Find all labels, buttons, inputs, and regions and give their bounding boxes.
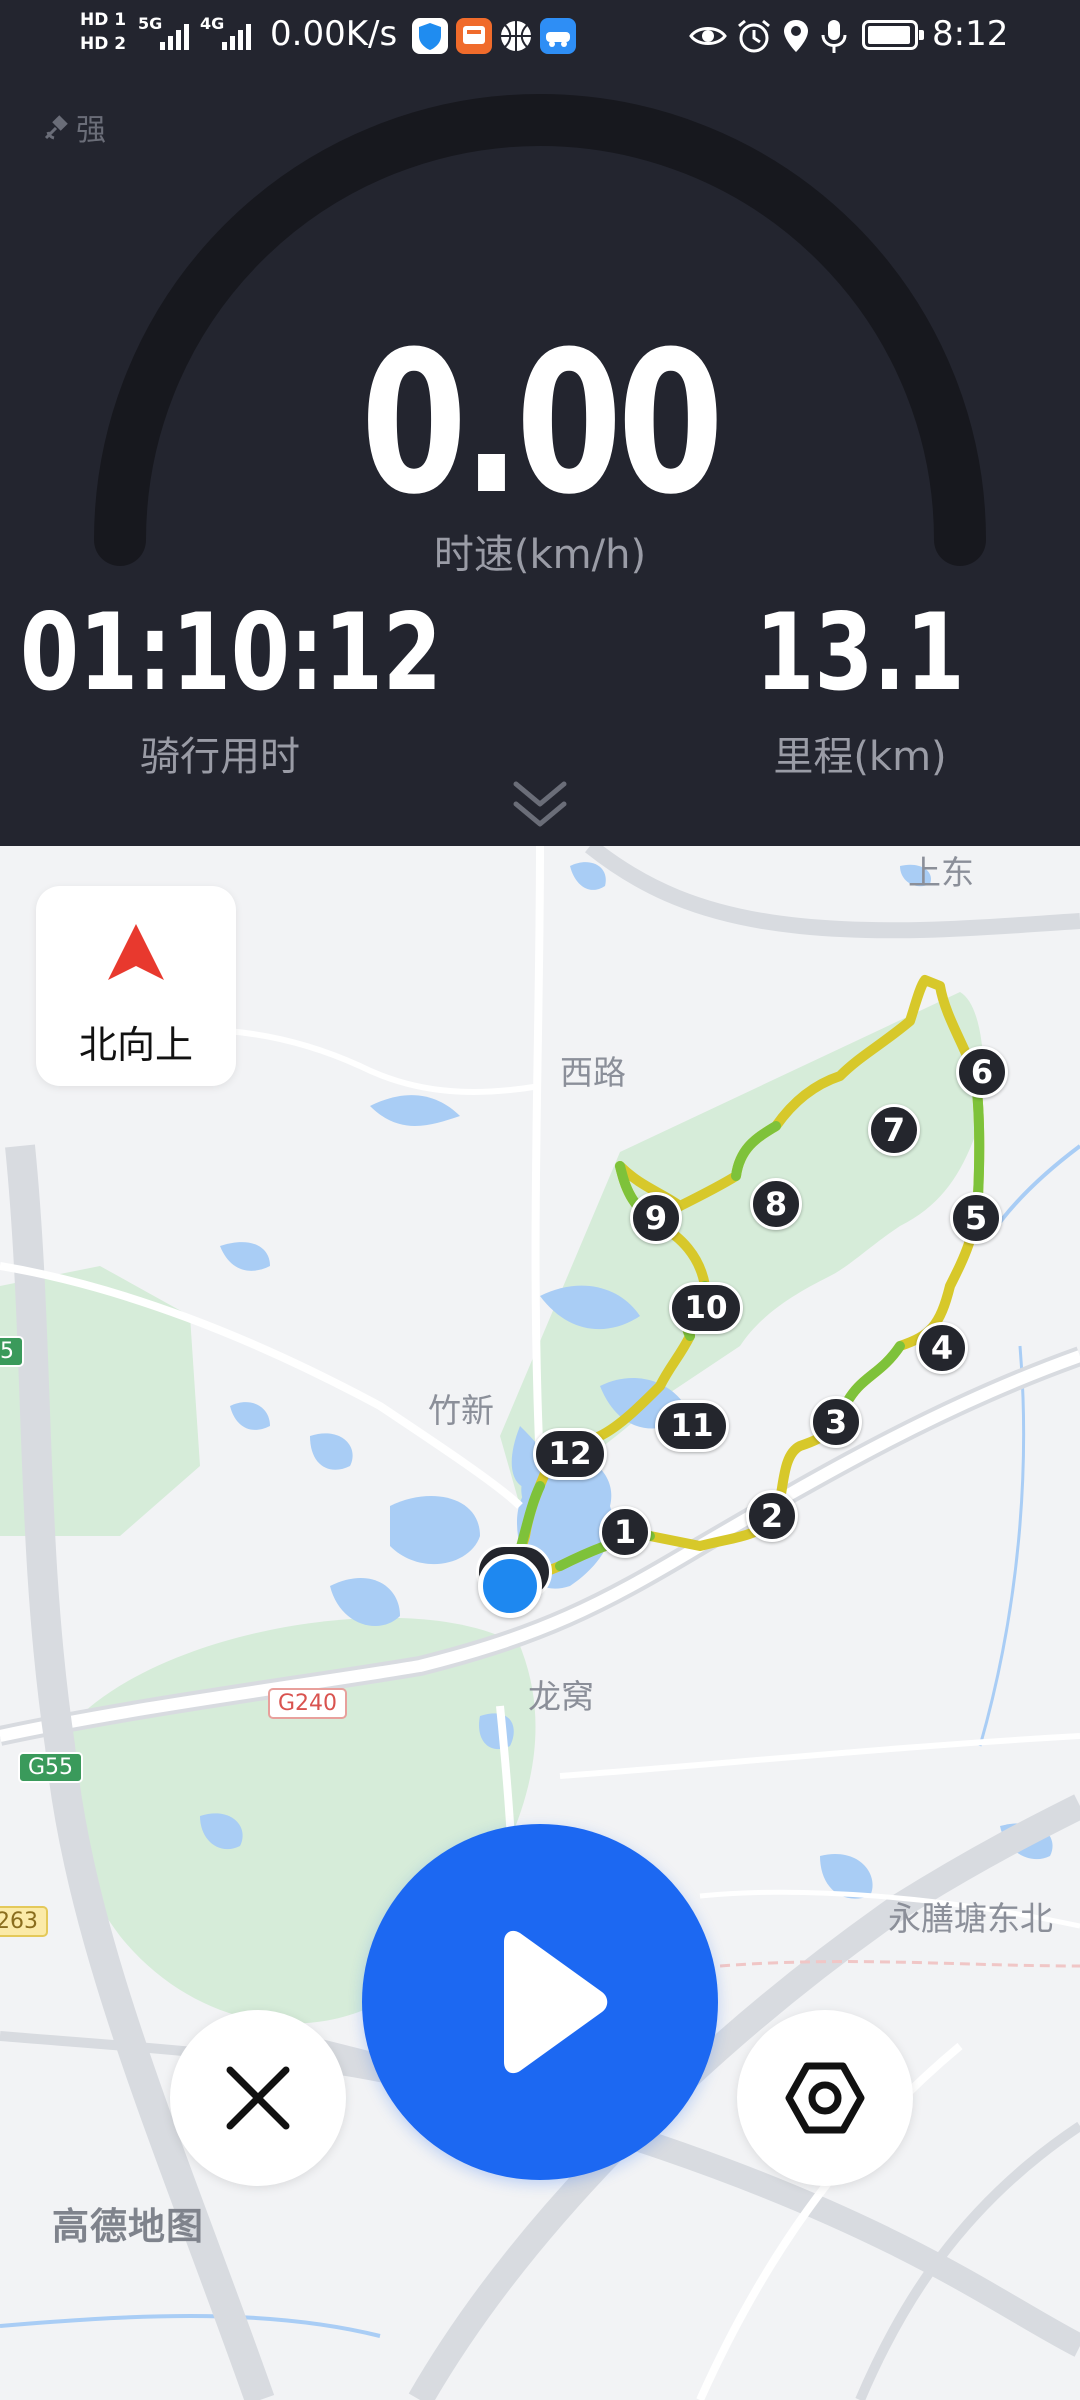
waypoint-marker[interactable]: 8 [750, 1178, 802, 1230]
location-pin-icon [784, 20, 808, 52]
satellite-icon [44, 115, 68, 140]
current-speed-label: 时速(km/h) [433, 532, 647, 578]
road-badge-g240: G240 [268, 1688, 348, 1719]
network-4g-label: 4G [200, 14, 225, 33]
signal-bars-icon [222, 20, 251, 50]
network-5g-label: 5G [138, 14, 163, 33]
waypoint-marker[interactable]: 3 [810, 1396, 862, 1448]
network-speed: 0.00K/s [270, 14, 398, 54]
waypoint-marker[interactable]: 5 [950, 1192, 1002, 1244]
waypoint-marker[interactable]: 12 [533, 1428, 607, 1480]
ride-settings-button[interactable] [737, 2010, 913, 2186]
resume-ride-button[interactable] [362, 1824, 718, 2180]
ride-time-value: 01:10:12 [20, 591, 442, 714]
north-up-label: 北向上 [78, 1023, 193, 1067]
distance-label: 里程(km) [773, 734, 947, 780]
hexagon-settings-icon [785, 2062, 865, 2134]
waypoint-marker[interactable]: 6 [956, 1046, 1008, 1098]
basketball-app-icon [498, 18, 534, 54]
ride-time-label: 骑行用时 [140, 734, 300, 780]
waypoint-marker[interactable]: 1 [599, 1506, 651, 1558]
eye-icon [689, 27, 727, 45]
status-bar: HD 1 HD 2 5G 4G 0.00K/s 8:12 [0, 0, 1080, 74]
distance-value: 13.1 [755, 591, 965, 714]
map-label-yongshan: 永膳塘东北 [888, 1899, 1053, 1938]
map-label-longwo: 龙窝 [528, 1677, 594, 1716]
shield-app-icon [412, 18, 448, 54]
signal-bars-icon [160, 20, 189, 50]
status-time: 8:12 [932, 14, 1009, 54]
map-brand-logo: 高德地图 [52, 2205, 204, 2248]
alarm-icon [738, 19, 770, 53]
north-up-button[interactable]: 北向上 [36, 886, 236, 1086]
current-speed-value: 0.00 [360, 310, 724, 538]
north-arrow-icon [108, 924, 164, 980]
map-label-shangdong: 上东 [908, 853, 974, 892]
map-label-zhuxin: 竹新 [428, 1391, 494, 1430]
car-app-icon [540, 18, 576, 54]
ride-dashboard: 强 0.00 时速(km/h) 01:10:12 骑行用时 13.1 里程(km… [0, 0, 1080, 846]
road-badge-263: 263 [0, 1906, 48, 1937]
waypoint-marker[interactable]: 2 [746, 1490, 798, 1542]
shopping-app-icon [456, 18, 492, 54]
road-badge-g55: G55 [18, 1752, 84, 1783]
map-label-xilu: 西路 [560, 1053, 626, 1092]
waypoint-marker[interactable]: 10 [669, 1282, 743, 1334]
battery-icon [862, 20, 924, 50]
road-badge-5: 5 [0, 1336, 24, 1367]
route-map[interactable]: 上东 西路 竹新 龙窝 永膳塘东北 G240 G55 5 263 北向上 1 2… [0, 846, 1080, 2400]
close-icon [226, 2066, 290, 2130]
hd-indicator: HD 1 HD 2 [80, 10, 127, 54]
gps-signal-indicator: 强 [42, 105, 106, 149]
waypoint-marker[interactable]: 4 [916, 1322, 968, 1374]
waypoint-marker[interactable]: 9 [630, 1192, 682, 1244]
microphone-icon [821, 20, 847, 53]
gps-strength-label: 强 [76, 113, 106, 148]
play-icon [504, 1930, 608, 2074]
waypoint-marker[interactable]: 7 [868, 1104, 920, 1156]
waypoint-marker[interactable]: 11 [655, 1400, 729, 1452]
current-location-dot [478, 1554, 542, 1618]
stop-ride-button[interactable] [170, 2010, 346, 2186]
chevron-down-icon[interactable] [510, 778, 570, 834]
